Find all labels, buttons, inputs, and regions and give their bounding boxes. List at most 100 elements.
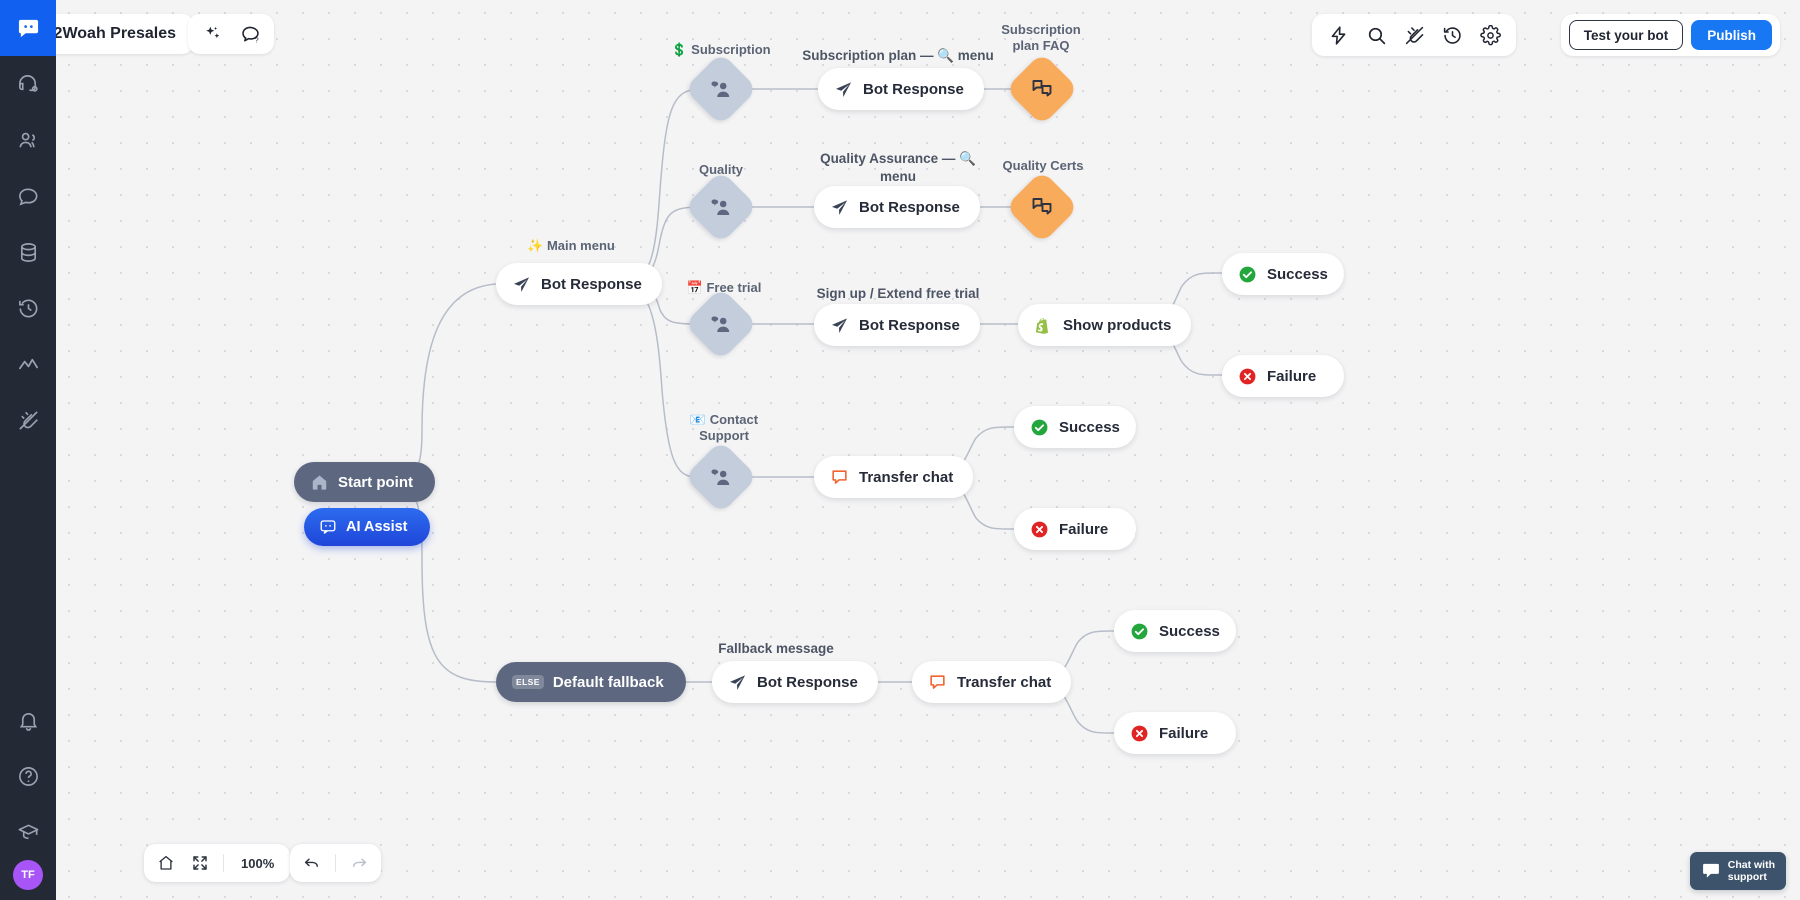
toolbar-settings-button[interactable] — [1472, 17, 1508, 53]
default-fallback-node[interactable]: ELSE Default fallback — [496, 662, 686, 702]
ai-sparkles-button[interactable] — [194, 16, 230, 52]
node-quality-bot[interactable]: Bot Response — [814, 186, 980, 228]
action-bar: Test your bot Publish — [1560, 14, 1780, 56]
node-intent-free-trial[interactable] — [684, 287, 758, 361]
divider — [335, 854, 336, 872]
node-success-fallback[interactable]: Success — [1114, 610, 1236, 652]
bot-response-label: Bot Response — [541, 275, 642, 293]
ai-assist-node[interactable]: AI Assist — [304, 508, 430, 546]
show-products-node[interactable]: Show products — [1018, 304, 1192, 346]
user-intent-diamond[interactable] — [684, 287, 758, 361]
chat-support-icon — [1702, 863, 1719, 878]
show-products-label: Show products — [1063, 316, 1172, 334]
faq-diamond[interactable] — [1005, 52, 1079, 126]
assist-toolbar: ? — [188, 14, 274, 54]
success-node[interactable]: Success — [1114, 610, 1236, 652]
node-intent-contact-support[interactable] — [684, 440, 758, 514]
zoom-fit-button[interactable] — [184, 847, 216, 879]
node-transfer-chat-fallback[interactable]: Transfer chat — [912, 661, 1072, 703]
node-failure-transfer[interactable]: Failure — [1014, 508, 1136, 550]
send-icon — [728, 673, 747, 692]
node-ai-assist[interactable]: AI Assist — [304, 508, 430, 546]
chat-support-line2: support — [1727, 870, 1767, 883]
send-icon — [830, 198, 849, 217]
bot-response-node[interactable]: Bot Response — [496, 263, 662, 305]
success-node[interactable]: Success — [1222, 253, 1344, 295]
node-subscription-plan-faq[interactable] — [1005, 52, 1079, 126]
failure-icon — [1030, 520, 1049, 539]
user-intent-diamond[interactable] — [684, 440, 758, 514]
faq-diamond[interactable] — [1005, 170, 1079, 244]
redo-button[interactable] — [343, 847, 375, 879]
node-show-products[interactable]: Show products — [1018, 304, 1192, 346]
node-start-point[interactable]: Start point — [294, 462, 435, 502]
bot-response-label: Bot Response — [859, 198, 960, 216]
flow-canvas[interactable]: Start point AI Assist ✨ Main menu Bot Re… — [56, 0, 1800, 900]
user-intent-icon — [695, 451, 747, 503]
history-controls — [290, 844, 381, 882]
user-intent-icon — [695, 181, 747, 233]
node-subscription-bot[interactable]: Bot Response — [818, 68, 984, 110]
toolbar-search-button[interactable] — [1358, 17, 1394, 53]
failure-icon — [1238, 367, 1257, 386]
undo-button[interactable] — [296, 847, 328, 879]
zoom-home-button[interactable] — [150, 847, 182, 879]
node-quality-certs[interactable] — [1005, 170, 1079, 244]
sidebar-item-academy[interactable] — [0, 804, 56, 860]
bot-response-label: Bot Response — [863, 80, 964, 98]
node-failure-fallback[interactable]: Failure — [1114, 712, 1236, 754]
send-icon — [512, 275, 531, 294]
sidebar-item-chat-settings[interactable] — [0, 56, 56, 112]
node-success-products[interactable]: Success — [1222, 253, 1344, 295]
transfer-chat-node[interactable]: Transfer chat — [814, 456, 974, 498]
success-node[interactable]: Success — [1014, 406, 1136, 448]
bot-response-node[interactable]: Bot Response — [712, 661, 878, 703]
toolbar-integrations-button[interactable] — [1396, 17, 1432, 53]
zoom-level-label[interactable]: 100% — [231, 856, 284, 871]
toolbar-history-button[interactable] — [1434, 17, 1470, 53]
bot-response-node[interactable]: Bot Response — [814, 186, 980, 228]
sidebar-item-messages[interactable] — [0, 168, 56, 224]
publish-button[interactable]: Publish — [1691, 20, 1772, 50]
node-transfer-chat-support[interactable]: Transfer chat — [814, 456, 974, 498]
transfer-chat-node[interactable]: Transfer chat — [912, 661, 1072, 703]
failure-node[interactable]: Failure — [1014, 508, 1136, 550]
start-point-node[interactable]: Start point — [294, 462, 435, 502]
failure-icon — [1130, 724, 1149, 743]
home-icon — [312, 475, 327, 490]
failure-label: Failure — [1059, 520, 1109, 538]
bot-response-label: Bot Response — [859, 316, 960, 334]
left-sidebar: TF — [0, 0, 56, 900]
node-intent-subscription[interactable] — [684, 52, 758, 126]
user-intent-icon — [695, 63, 747, 115]
chat-with-support-widget[interactable]: Chat with support — [1689, 851, 1786, 890]
sidebar-item-database[interactable] — [0, 224, 56, 280]
toolbar-automation-button[interactable] — [1320, 17, 1356, 53]
transfer-chat-label: Transfer chat — [957, 673, 1052, 691]
sidebar-item-integrations[interactable] — [0, 392, 56, 448]
sidebar-item-analytics[interactable] — [0, 336, 56, 392]
bot-response-node[interactable]: Bot Response — [818, 68, 984, 110]
sidebar-item-chat-logo[interactable] — [0, 0, 56, 56]
failure-node[interactable]: Failure — [1114, 712, 1236, 754]
user-intent-diamond[interactable] — [684, 52, 758, 126]
node-main-menu-bot[interactable]: Bot Response — [496, 263, 662, 305]
failure-node[interactable]: Failure — [1222, 355, 1344, 397]
bot-response-node[interactable]: Bot Response — [814, 304, 980, 346]
shopify-icon — [1034, 316, 1053, 335]
sidebar-item-notifications[interactable] — [0, 692, 56, 748]
node-intent-quality[interactable] — [684, 170, 758, 244]
sidebar-item-help[interactable] — [0, 748, 56, 804]
node-default-fallback[interactable]: ELSE Default fallback — [496, 662, 686, 702]
failure-label: Failure — [1267, 367, 1317, 385]
chat-help-button[interactable]: ? — [232, 16, 268, 52]
sidebar-item-history[interactable] — [0, 280, 56, 336]
avatar[interactable]: TF — [13, 860, 43, 890]
sidebar-item-users[interactable] — [0, 112, 56, 168]
node-failure-products[interactable]: Failure — [1222, 355, 1344, 397]
test-your-bot-button[interactable]: Test your bot — [1568, 20, 1684, 50]
node-fallback-bot[interactable]: Bot Response — [712, 661, 878, 703]
node-success-transfer[interactable]: Success — [1014, 406, 1136, 448]
node-free-trial-bot[interactable]: Bot Response — [814, 304, 980, 346]
user-intent-diamond[interactable] — [684, 170, 758, 244]
